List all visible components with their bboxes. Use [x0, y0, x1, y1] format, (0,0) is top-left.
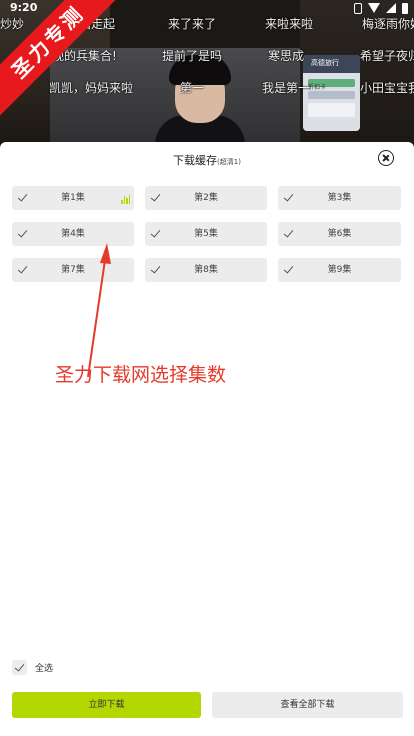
video-ad-card[interactable]: 高德旅行 折扣卡 — [303, 55, 360, 131]
danmaku-comment: 来啦来啦 — [265, 17, 314, 31]
danmaku-comment: 第一 — [180, 81, 205, 95]
episode-item-3[interactable]: 第3集 — [278, 186, 401, 210]
episode-item-8[interactable]: 第8集 — [145, 258, 267, 282]
episode-item-7[interactable]: 第7集 — [12, 258, 134, 282]
episode-label: 第1集 — [61, 193, 85, 203]
episode-label: 第5集 — [194, 229, 218, 239]
vibrate-icon — [354, 2, 362, 14]
wifi-icon — [368, 3, 380, 13]
sheet-title-text: 下载缓存 — [173, 154, 218, 167]
episode-label: 第4集 — [61, 229, 85, 239]
episode-item-6[interactable]: 第6集 — [278, 222, 401, 246]
status-time: 9:20 — [10, 1, 38, 14]
danmaku-comment: 炒妙 — [0, 17, 25, 31]
select-all-label: 全选 — [35, 663, 54, 674]
danmaku-comment: 提前了是吗 — [162, 49, 223, 63]
danmaku-comment: 我是第一 — [262, 81, 311, 95]
danmaku-comment: 小田宝宝我 — [360, 81, 414, 95]
episode-label: 第6集 — [327, 229, 352, 239]
video-character — [155, 55, 245, 150]
playing-icon — [121, 194, 130, 204]
danmaku-comment: 来了来了 — [168, 17, 217, 31]
battery-icon — [402, 2, 408, 14]
close-icon[interactable] — [378, 150, 394, 166]
episode-item-2[interactable]: 第2集 — [145, 186, 267, 210]
episode-item-4[interactable]: 第4集 — [12, 222, 134, 246]
sheet-title: 下载缓存(超清1) — [0, 152, 414, 168]
danmaku-comment: 梅逐雨你好 — [362, 17, 414, 31]
view-all-downloads-button[interactable]: 查看全部下载 — [212, 692, 403, 718]
ad-brand: 高德旅行 — [311, 59, 339, 67]
status-icons — [354, 1, 408, 15]
quality-selector[interactable]: (超清1) — [217, 158, 241, 166]
episode-label: 第3集 — [327, 193, 352, 203]
episode-item-9[interactable]: 第9集 — [278, 258, 401, 282]
episode-label: 第9集 — [327, 265, 352, 275]
episode-item-5[interactable]: 第5集 — [145, 222, 267, 246]
danmaku-comment: 寒思成 — [268, 49, 305, 63]
danmaku-comment: 凯凯，妈妈来啦 — [49, 81, 134, 95]
ad-subtext: 折扣卡 — [308, 84, 327, 91]
app-screen: 高德旅行 折扣卡 炒妙 神面走起 来了来了 来啦来啦 梅逐雨你好 桃视的兵集合!… — [0, 0, 414, 736]
episode-label: 第8集 — [194, 265, 218, 275]
annotation-text: 圣力下载网选择集数 — [55, 364, 227, 386]
episode-label: 第2集 — [194, 193, 218, 203]
danmaku-comment: 希望子夜归 — [360, 49, 414, 63]
download-now-button[interactable]: 立即下载 — [12, 692, 201, 718]
signal-icon — [386, 3, 396, 13]
download-sheet: 下载缓存(超清1) 第1集 第2集 第3集 第4集 第5集 第6集 第7集 第8… — [0, 142, 414, 736]
episode-label: 第7集 — [61, 265, 85, 275]
select-all-checkbox[interactable]: 全选 — [12, 659, 53, 675]
check-icon — [12, 659, 27, 675]
episode-item-1[interactable]: 第1集 — [12, 186, 134, 210]
episode-grid: 第1集 第2集 第3集 第4集 第5集 第6集 第7集 第8集 第9集 — [12, 186, 403, 282]
